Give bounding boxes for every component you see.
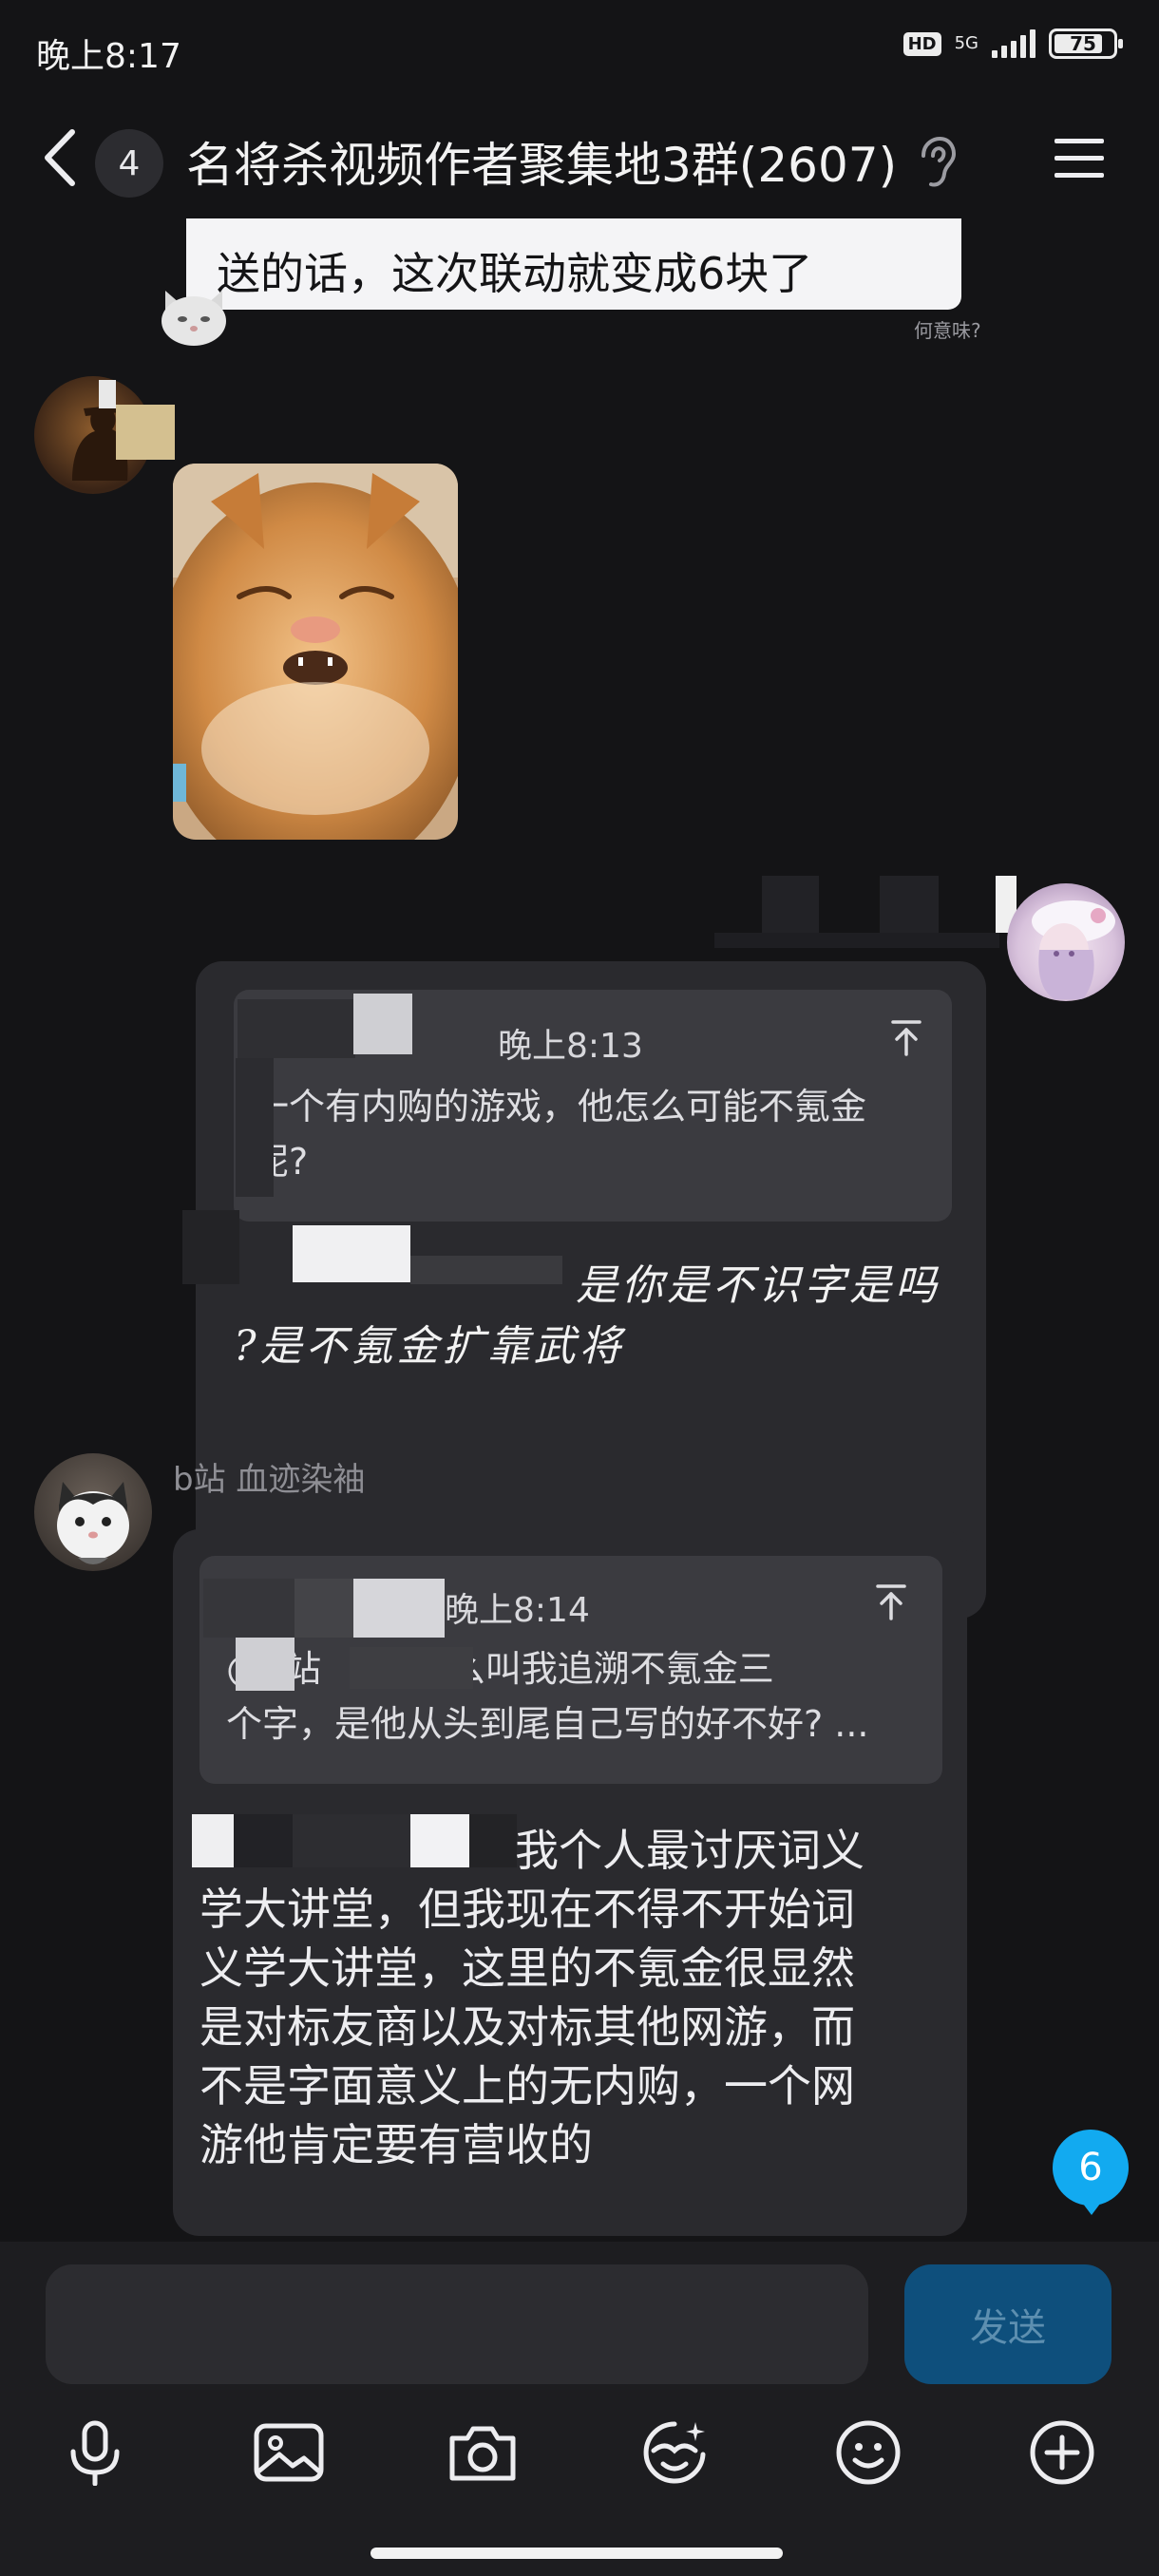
message-text-line: 是对标友商以及对标其他网游，而 [200,2001,855,2053]
hamburger-menu-icon[interactable] [1051,135,1108,182]
message-text-line: 义学大讲堂，这里的不氪金很显然 [200,1942,855,1994]
mosaic-block [880,876,939,933]
battery-level: 75 [1070,32,1096,55]
avatar-cat-icon [57,1482,129,1564]
home-indicator[interactable] [370,2548,783,2559]
quote-text-line: @b站 什么叫我追溯不氪金三 [226,1648,774,1690]
plus-icon[interactable] [1022,2413,1102,2492]
image-icon[interactable] [249,2413,329,2492]
mosaic-block [714,933,999,948]
quote-time: 晚上8:14 [445,1591,590,1630]
new-message-count-badge[interactable]: 6 [1053,2130,1129,2215]
battery-icon: 75 [1049,28,1123,59]
quote-time: 晚上8:13 [498,1027,643,1066]
message-text-line: 我个人最讨厌词义 [515,1825,864,1876]
mosaic-block [410,1814,469,1867]
mosaic-block [238,999,355,1058]
status-bar: 晚上8:17 HD 5G 75 [0,0,1159,95]
mosaic-block [99,380,116,408]
camera-icon[interactable] [443,2413,522,2492]
message-text-line: ?是不氪金扩靠武将 [234,1322,625,1371]
mosaic-block [192,1814,234,1867]
microphone-icon[interactable] [55,2413,135,2492]
message-text-line: 游他肯定要有营收的 [200,2119,593,2170]
avatar[interactable] [34,1453,152,1571]
message-list[interactable]: 送的话，这次联动就变成6块了 何意味? 晚上8:13 一个有内购的游戏，他怎么可… [0,218,1159,2242]
mosaic-block [234,1814,293,1867]
hd-badge: HD [902,31,941,56]
message-text-line: 学大讲堂，但我现在不得不开始词 [200,1884,855,1935]
mosaic-block [762,876,819,933]
mosaic-block [203,1579,294,1638]
cat-sticker-icon [162,291,226,346]
mosaic-block [293,1225,410,1282]
message-bubble[interactable]: 晚上8:13 一个有内购的游戏，他怎么可能不氪金呢? 是你是不识字是吗 ?是不氪… [196,961,986,1619]
group-title: 名将杀视频作者聚集地3群(2607) [186,138,898,193]
mosaic-block [353,994,412,1054]
mosaic-block [410,1256,562,1284]
sticker-icon[interactable] [635,2413,714,2492]
send-button[interactable]: 发送 [904,2264,1112,2384]
mosaic-block [236,1638,294,1691]
unread-count-badge[interactable]: 4 [95,129,163,198]
message-text-line: 不是字面意义上的无内购，一个网 [200,2060,855,2112]
message-text-line: 是你是不识字是吗 [576,1261,940,1310]
status-time: 晚上8:17 [36,37,181,76]
status-indicators: HD 5G 75 [902,28,1123,59]
message-input[interactable] [46,2264,868,2384]
quote-text: 一个有内购的游戏，他怎么可能不氪金呢? [253,1086,867,1183]
jump-to-top-icon[interactable] [874,1582,908,1620]
chat-header: 4 名将杀视频作者聚集地3群(2607) [0,95,1159,218]
sticker-caption: 何意味? [914,319,981,342]
mosaic-block [294,1579,353,1638]
jump-to-top-icon[interactable] [889,1018,923,1056]
ear-icon[interactable] [916,135,960,190]
quote-text-line: 个字，是他从头到尾自己写的好不好? ... [226,1703,869,1745]
composer-bar: 发送 [0,2242,1159,2576]
emoji-icon[interactable] [828,2413,908,2492]
chevron-left-icon[interactable] [38,126,86,189]
mosaic-block [293,1814,410,1867]
mosaic-block [236,1058,274,1197]
network-type: 5G [954,33,978,53]
quote-card-text: 送的话，这次联动就变成6块了 [217,248,813,299]
mosaic-block [182,1210,239,1284]
mosaic-block [116,405,175,460]
mosaic-block [353,1579,445,1638]
sender-name[interactable]: b站 血迹染袖 [173,1453,365,1500]
mosaic-block [469,1814,517,1867]
signal-icon [992,29,1036,58]
chat-screen: 晚上8:17 HD 5G 75 4 名将杀视频作者聚集地3群(2607) 送的话… [0,0,1159,2576]
quote-card[interactable]: 送的话，这次联动就变成6块了 [186,218,961,310]
image-message[interactable] [173,464,458,840]
cat-photo [173,464,458,840]
avatar[interactable] [1007,883,1125,1001]
avatar-anime-icon [1032,900,1115,999]
mosaic-block [350,1647,473,1689]
